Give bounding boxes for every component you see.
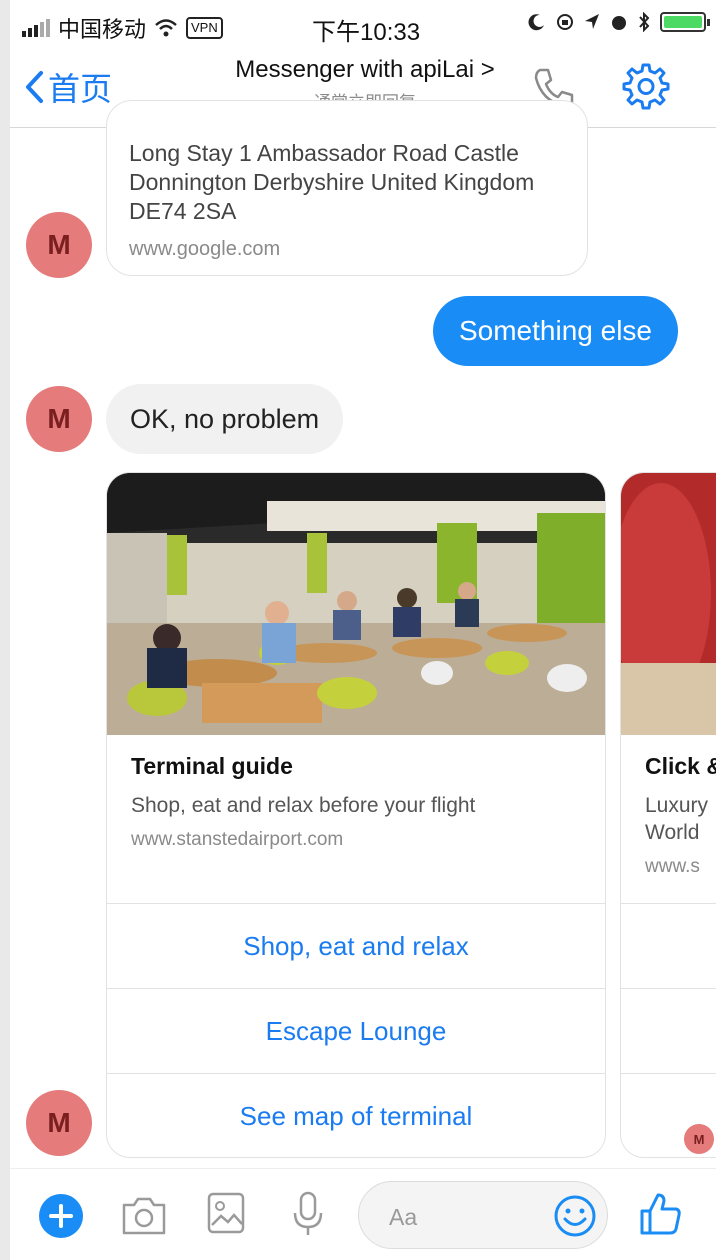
avatar[interactable]: M [26, 212, 92, 278]
alarm-icon [612, 16, 626, 30]
page-title: Messenger with apiLai [235, 56, 475, 83]
messenger-screen: 中国移动 VPN 下午10:33 首页 Messenger with apiLa… [10, 0, 716, 1260]
clock: 下午10:33 [312, 19, 421, 46]
carousel-card[interactable]: Click & Luxury World www.s [620, 472, 716, 1158]
composer-bar: Aa [10, 1168, 716, 1260]
thumbs-up-icon[interactable] [636, 1189, 684, 1237]
card-button[interactable] [621, 988, 716, 1073]
address-url: www.google.com [129, 238, 281, 260]
back-label: 首页 [48, 71, 113, 107]
camera-icon[interactable] [120, 1193, 168, 1237]
card-button[interactable] [621, 903, 716, 988]
message-placeholder: Aa [389, 1204, 418, 1230]
card-subtitle: Luxury World [645, 794, 709, 844]
emoji-icon[interactable] [553, 1194, 597, 1238]
back-chevron-icon [26, 71, 43, 103]
back-button[interactable]: 首页 [24, 64, 112, 110]
terminal-photo [107, 473, 605, 735]
message-input[interactable]: Aa [358, 1181, 608, 1249]
incoming-message: OK, no problem [106, 384, 344, 454]
location-icon [585, 14, 599, 29]
carousel-card[interactable]: Terminal guide Shop, eat and relax befor… [106, 472, 606, 1158]
card-url: www.stanstedairport.com [131, 829, 344, 850]
card-title: Terminal guide [131, 753, 293, 779]
card-url: www.s [645, 856, 700, 877]
bluetooth-icon [639, 12, 650, 32]
read-receipt-avatar: M [684, 1124, 714, 1154]
carrier-name: 中国移动 [58, 17, 147, 42]
avatar[interactable]: M [26, 386, 92, 452]
card-photo [621, 473, 716, 735]
microphone-icon[interactable] [292, 1191, 324, 1237]
plus-icon[interactable] [38, 1193, 84, 1239]
signal-icon [22, 19, 50, 37]
image-icon[interactable] [206, 1191, 246, 1235]
outgoing-message: Something else [432, 296, 678, 366]
wifi-icon [155, 19, 177, 37]
escape-lounge-button[interactable]: Escape Lounge [107, 988, 605, 1073]
shop-eat-relax-button[interactable]: Shop, eat and relax [107, 903, 605, 988]
address-text: Long Stay 1 Ambassador Road Castle Donni… [129, 140, 535, 224]
see-map-button[interactable]: See map of terminal [107, 1073, 605, 1157]
title-chevron: > [480, 56, 495, 83]
card-subtitle: Shop, eat and relax before your flight [131, 794, 476, 817]
address-card[interactable]: Long Stay 1 Ambassador Road Castle Donni… [106, 100, 588, 276]
avatar[interactable]: M [26, 1090, 92, 1156]
lock-rotation-icon [557, 14, 573, 30]
settings-gear-icon[interactable] [622, 62, 670, 110]
battery-icon [660, 12, 710, 32]
vpn-badge: VPN [186, 17, 223, 39]
status-bar: 中国移动 VPN 下午10:33 [10, 0, 716, 50]
card-title: Click & [645, 753, 716, 779]
moon-icon [528, 14, 544, 31]
